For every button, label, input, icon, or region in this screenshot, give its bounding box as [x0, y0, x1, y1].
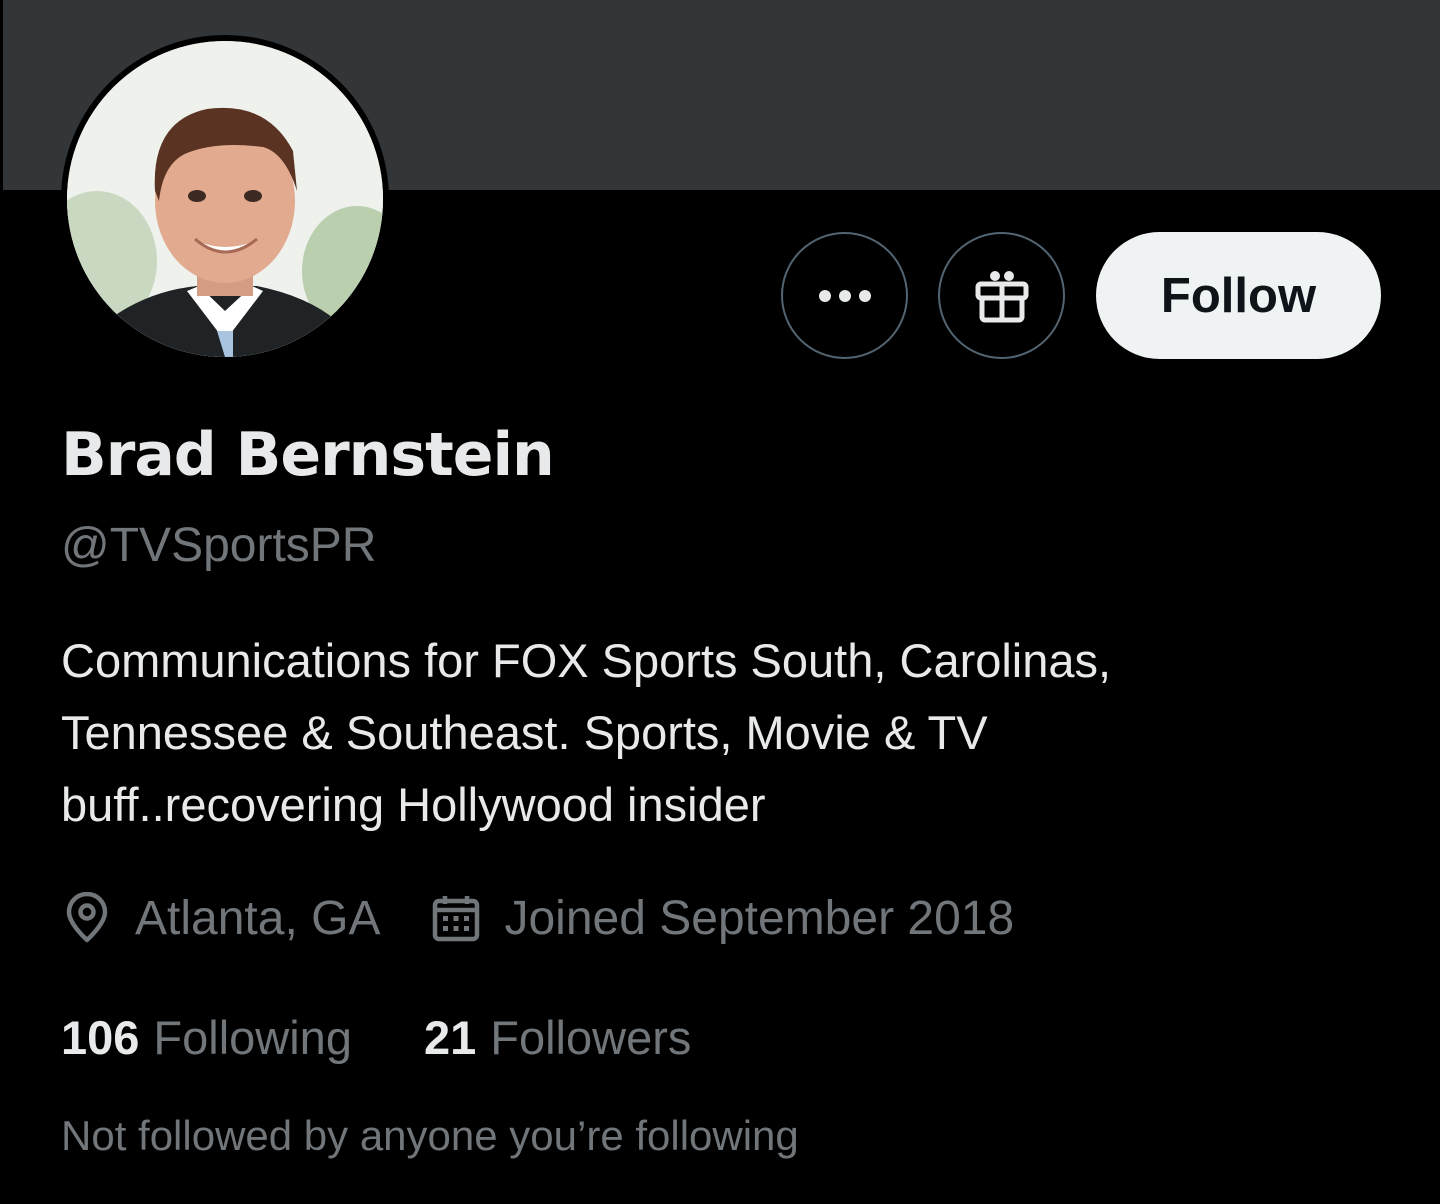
location-text: Atlanta, GA — [135, 891, 381, 945]
avatar-photo — [67, 41, 383, 357]
followers-label: Followers — [490, 1010, 692, 1064]
location-item: Atlanta, GA — [61, 891, 380, 946]
follow-button[interactable]: Follow — [1096, 232, 1381, 359]
following-count: 106 — [61, 1010, 140, 1064]
gift-button[interactable] — [938, 232, 1065, 359]
followers-link[interactable]: 21 Followers — [424, 1010, 691, 1065]
profile-avatar[interactable] — [61, 35, 389, 363]
following-link[interactable]: 106 Following — [61, 1010, 352, 1065]
joined-text: Joined September 2018 — [504, 891, 1015, 945]
profile-bio: Communications for FOX Sports South, Car… — [61, 625, 1361, 841]
bio-line: Tennessee & Southeast. Sports, Movie & T… — [61, 706, 988, 759]
followers-count: 21 — [423, 1010, 477, 1064]
bio-line: buff..recovering Hollywood insider — [61, 778, 766, 831]
profile-stats: 106 Following 21 Followers — [61, 1006, 691, 1068]
more-options-button[interactable] — [781, 232, 908, 359]
followers-you-know: Not followed by anyone you’re following — [61, 1112, 799, 1159]
joined-item: Joined September 2018 — [430, 891, 1014, 946]
location-pin-icon — [61, 892, 113, 944]
bio-line: Communications for FOX Sports South, Car… — [61, 634, 1112, 687]
gift-icon — [975, 270, 1028, 322]
calendar-icon — [430, 892, 482, 944]
more-options-icon — [818, 289, 871, 302]
profile-meta: Atlanta, GA Joined September 2018 — [61, 886, 1014, 950]
following-label: Following — [153, 1010, 352, 1064]
user-handle: @TVSportsPR — [61, 519, 377, 572]
display-name: Brad Bernstein — [61, 420, 555, 490]
